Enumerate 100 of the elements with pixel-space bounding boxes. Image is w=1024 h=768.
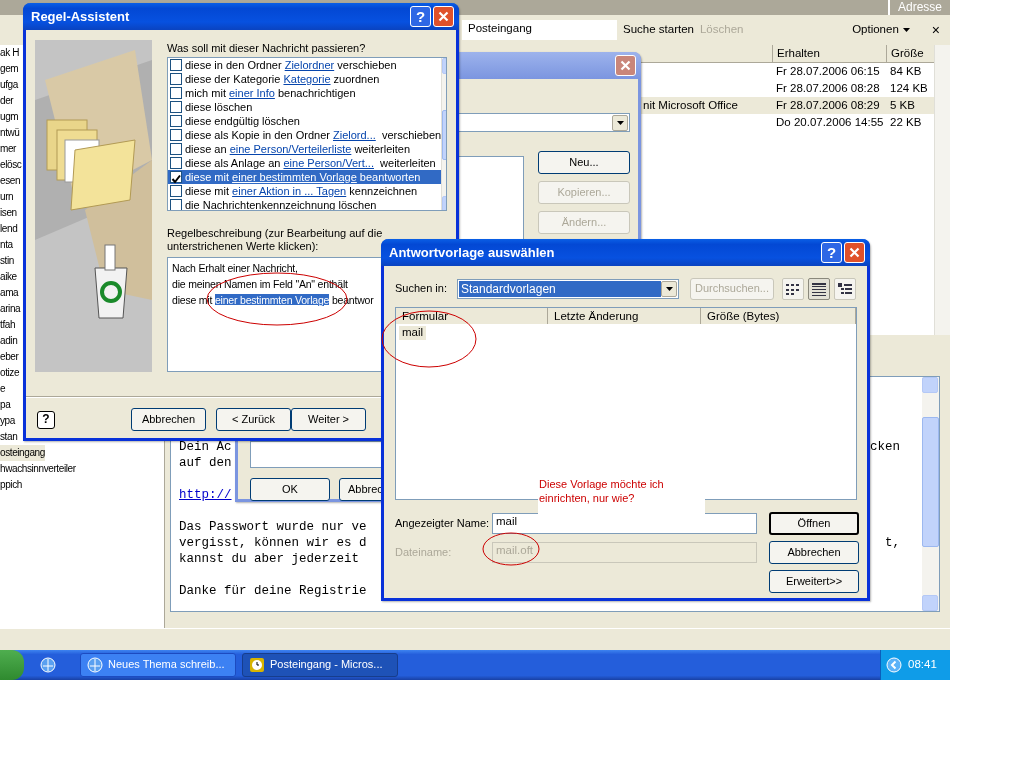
folder-item[interactable]: stan <box>0 429 18 445</box>
column-header[interactable]: Erhalten <box>772 45 886 62</box>
chevron-icon[interactable] <box>886 657 902 673</box>
list-item[interactable]: diese mit einer bestimmten Vorlage beantworten <box>168 170 442 185</box>
wizard-button[interactable]: Weiter > <box>291 408 366 431</box>
folder-item[interactable]: otize <box>0 365 20 381</box>
link[interactable]: Zielordner <box>284 58 335 71</box>
wizard-button[interactable]: < Zurück <box>216 408 291 431</box>
folder-item[interactable]: arina <box>0 301 21 317</box>
scrollbar[interactable] <box>922 377 939 611</box>
checkbox[interactable] <box>170 143 182 156</box>
folder-item[interactable]: e <box>0 381 6 397</box>
folder-item[interactable]: mer <box>0 141 17 157</box>
close-button[interactable] <box>844 242 865 263</box>
checkbox[interactable] <box>170 115 182 128</box>
folder-item[interactable]: tfah <box>0 317 16 333</box>
help-button[interactable]: ? <box>410 6 431 27</box>
link[interactable]: einer bestimmten Vorlage <box>214 294 330 307</box>
checkbox[interactable] <box>170 157 182 170</box>
close-icon[interactable] <box>849 247 860 258</box>
view-button[interactable] <box>808 278 830 300</box>
globe-icon[interactable] <box>40 657 56 673</box>
list-item[interactable]: diese endgültig löschen <box>168 114 442 129</box>
column-header[interactable]: Letzte Änderung <box>548 308 701 324</box>
list-item[interactable]: diese der Kategorie Kategorie zuordnen <box>168 72 442 87</box>
options-menu[interactable]: Optionen <box>852 23 899 37</box>
taskbar-button[interactable]: Posteingang - Micros... <box>242 653 398 677</box>
clock-icon <box>249 657 265 673</box>
dialog-button[interactable]: Abbrechen <box>769 541 859 564</box>
dialog-button[interactable]: Neu... <box>538 151 630 174</box>
search-start-link[interactable]: Suche starten <box>623 23 694 37</box>
folder-item[interactable]: ypa <box>0 413 15 429</box>
folder-item[interactable]: stin <box>0 253 14 269</box>
scrollbar[interactable] <box>934 45 950 335</box>
column-header[interactable]: Größe (Bytes) <box>701 308 856 324</box>
folder-item[interactable]: pa <box>0 397 11 413</box>
dialog-button[interactable]: Erweitert>> <box>769 570 859 593</box>
help-button[interactable]: ? <box>37 410 55 429</box>
dropdown-arrow-icon[interactable] <box>665 287 673 291</box>
folder-item[interactable]: osteingang <box>0 445 45 461</box>
folder-item[interactable]: gem <box>0 61 19 77</box>
dropdown-arrow-icon[interactable] <box>616 121 624 125</box>
close-button[interactable]: × <box>931 21 940 39</box>
checkbox[interactable] <box>170 87 182 100</box>
ok-button[interactable]: OK <box>250 478 330 501</box>
list-item[interactable]: diese löschen <box>168 100 442 115</box>
look-in-dropdown[interactable]: Standardvorlagen <box>457 279 679 299</box>
checkbox[interactable] <box>170 199 182 210</box>
view-button[interactable] <box>782 278 804 300</box>
folder-field[interactable]: Posteingang <box>462 20 617 40</box>
folder-item[interactable]: ufga <box>0 77 18 93</box>
start-button[interactable] <box>0 650 24 680</box>
help-button[interactable]: ? <box>821 242 842 263</box>
link[interactable]: Zielord... <box>333 128 376 141</box>
close-icon[interactable] <box>620 60 631 71</box>
folder-item[interactable]: der <box>0 93 14 109</box>
link[interactable]: eine Person/Verteilerliste <box>229 142 352 155</box>
list-item[interactable]: diese in den Ordner Zielordner verschieben <box>168 58 442 73</box>
folder-item[interactable]: nta <box>0 237 13 253</box>
folder-item[interactable]: esen <box>0 173 21 189</box>
list-item[interactable]: mail <box>399 326 427 340</box>
checkbox[interactable] <box>170 171 182 184</box>
folder-item[interactable]: ama <box>0 285 19 301</box>
folder-item[interactable]: adin <box>0 333 18 349</box>
close-button[interactable] <box>433 6 454 27</box>
folder-item[interactable]: aike <box>0 269 17 285</box>
link[interactable]: einer Aktion in ... Tagen <box>232 184 347 197</box>
link[interactable]: Kategorie <box>283 72 331 85</box>
folder-item[interactable]: ak H <box>0 45 19 61</box>
folder-item[interactable]: ppich <box>0 477 22 493</box>
folder-item[interactable]: lend <box>0 221 18 237</box>
column-header[interactable]: Formular <box>396 308 548 324</box>
folder-item[interactable]: isen <box>0 205 17 221</box>
close-icon[interactable] <box>438 11 449 22</box>
link[interactable]: einer bestimmten Vorlage <box>232 170 357 183</box>
list-item[interactable]: diese mit einer Aktion in ... Tagen kennzeichnen <box>168 184 442 199</box>
view-button[interactable] <box>834 278 856 300</box>
folder-item[interactable]: ugm <box>0 109 19 125</box>
checkbox[interactable] <box>170 101 182 114</box>
folder-item[interactable]: eber <box>0 349 19 365</box>
checkbox[interactable] <box>170 129 182 142</box>
table-cell-text: Fr 28.07.2006 08:29 <box>775 98 881 113</box>
folder-item[interactable]: hwachsinnverteiler <box>0 461 76 477</box>
caret-icon[interactable] <box>902 28 910 32</box>
folder-item[interactable]: ntwü <box>0 125 20 141</box>
action-list[interactable] <box>167 57 447 211</box>
list-item[interactable]: diese an eine Person/Verteilerliste weiterleiten <box>168 142 442 157</box>
folder-item[interactable]: urn <box>0 189 14 205</box>
list-item[interactable]: mich mit einer Info benachrichtigen <box>168 86 442 101</box>
folder-item[interactable]: elösc <box>0 157 22 173</box>
wizard-button[interactable]: Abbrechen <box>131 408 206 431</box>
link[interactable]: eine Person/Vert... <box>283 156 374 169</box>
checkbox[interactable] <box>170 59 182 72</box>
message-link[interactable]: http:// <box>179 487 232 503</box>
dialog-button[interactable]: Öffnen <box>769 512 859 535</box>
taskbar-button[interactable]: Neues Thema schreib... <box>80 653 236 677</box>
link[interactable]: einer Info <box>229 86 275 99</box>
checkbox[interactable] <box>170 185 182 198</box>
close-button[interactable] <box>615 55 636 76</box>
checkbox[interactable] <box>170 73 182 86</box>
